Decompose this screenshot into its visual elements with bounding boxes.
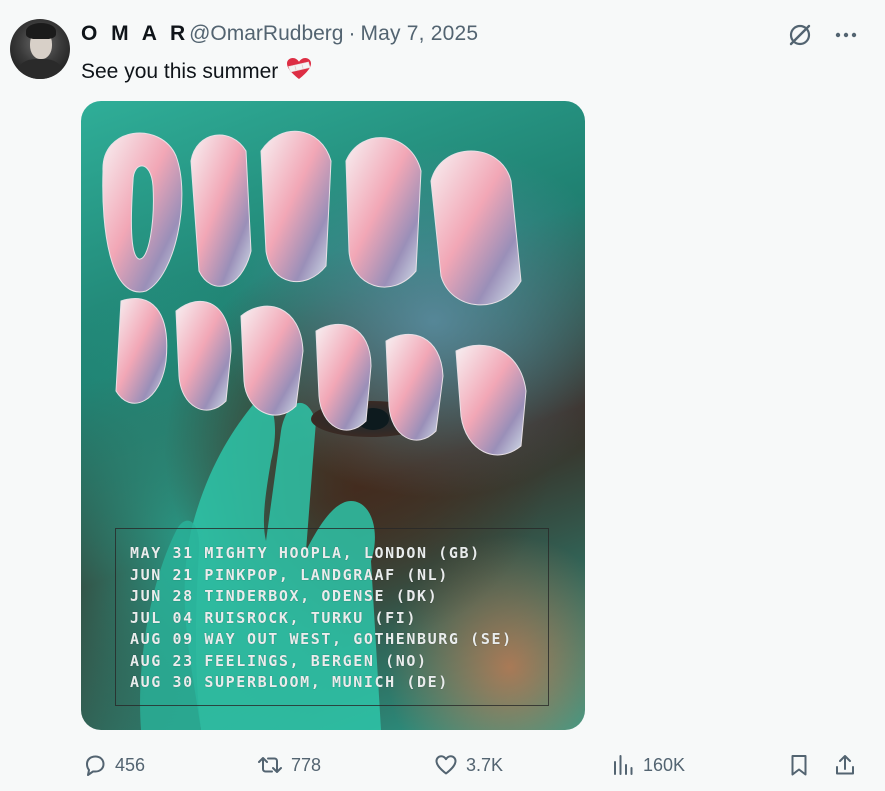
tour-date-line: JUL 04 RUISROCK, TURKU (FI) — [130, 608, 418, 627]
tour-date-line: MAY 31 MIGHTY HOOPLA, LONDON (GB) — [130, 544, 481, 562]
views-button[interactable]: 160K — [611, 748, 685, 782]
repost-button[interactable]: 778 — [257, 748, 321, 782]
heart-bandage-icon — [286, 57, 312, 87]
tweet-text: See you this summer — [81, 57, 312, 87]
tour-date-line: JUN 21 PINKPOP, LANDGRAAF (NL) — [130, 565, 449, 584]
like-count: 3.7K — [466, 754, 504, 775]
reply-count: 456 — [115, 754, 146, 775]
heart-icon — [434, 753, 458, 777]
like-button[interactable]: 3.7K — [434, 748, 503, 782]
tour-date-line: AUG 23 FEELINGS, BERGEN (NO) — [130, 651, 428, 670]
author-display-name[interactable]: O M A R — [81, 22, 189, 46]
reply-icon — [83, 753, 107, 777]
views-icon — [611, 753, 635, 777]
tweet-media-image[interactable]: MAY 31 MIGHTY HOOPLA, LONDON (GB) JUN 21… — [81, 101, 585, 730]
share-icon — [833, 753, 857, 777]
repost-count: 778 — [291, 754, 322, 775]
bookmark-button[interactable] — [787, 748, 811, 782]
tour-date-line: JUN 28 TINDERBOX, ODENSE (DK) — [130, 587, 439, 605]
tour-dates-box: MAY 31 MIGHTY HOOPLA, LONDON (GB) JUN 21… — [115, 528, 549, 706]
tweet-card[interactable]: O M A R @OmarRudberg · May 7, 2025 See y… — [0, 0, 885, 791]
tour-date-line: AUG 30 SUPERBLOOM, MUNICH (DE) — [130, 673, 449, 691]
grok-icon[interactable] — [787, 22, 813, 48]
tweet-date[interactable]: May 7, 2025 — [360, 22, 478, 46]
tweet-body: See you this summer — [81, 60, 279, 83]
author-handle[interactable]: @OmarRudberg — [189, 22, 343, 46]
share-button[interactable] — [833, 748, 857, 782]
header-actions — [787, 22, 857, 48]
reply-button[interactable]: 456 — [83, 748, 145, 782]
avatar[interactable] — [10, 19, 70, 79]
views-count: 160K — [643, 754, 686, 775]
tweet-header: O M A R @OmarRudberg · May 7, 2025 — [81, 22, 478, 48]
tweet-actions-bar: 456 778 3.7K 160K — [0, 748, 885, 782]
tour-date-line: AUG 09 WAY OUT WEST, GOTHENBURG (SE) — [130, 630, 513, 648]
separator-dot: · — [348, 22, 356, 45]
bookmark-icon — [787, 753, 811, 777]
repost-icon — [257, 753, 283, 777]
more-icon[interactable] — [835, 31, 857, 39]
